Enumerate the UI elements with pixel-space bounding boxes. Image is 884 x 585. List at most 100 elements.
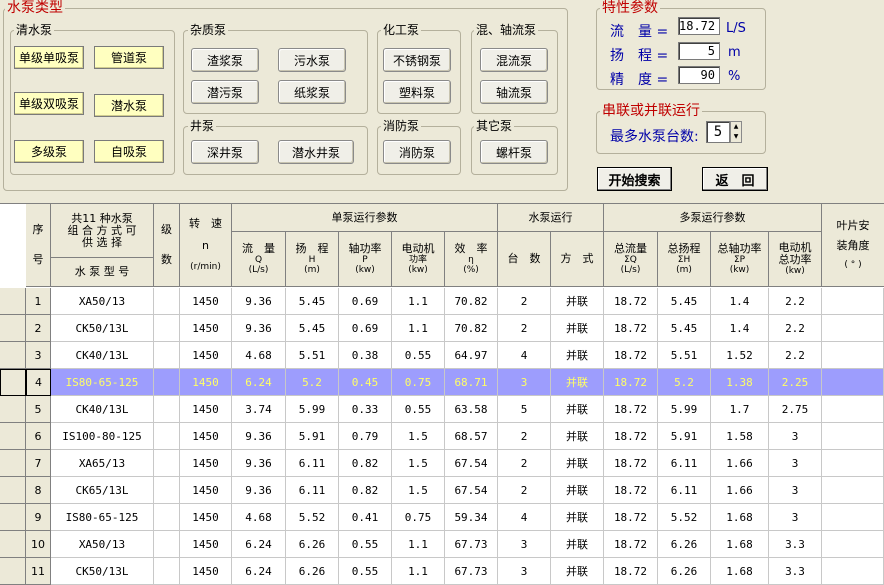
slurry-pump-button[interactable]: 渣浆泵 bbox=[191, 48, 259, 72]
cell-seq: 8 bbox=[26, 477, 51, 504]
cell-p: 0.55 bbox=[339, 558, 392, 585]
cell-blade bbox=[822, 531, 884, 558]
table-row[interactable]: 6 IS100-80-125 1450 9.36 5.91 0.79 1.5 68.57 2 并联… bbox=[0, 423, 884, 450]
row-indicator[interactable] bbox=[0, 477, 26, 504]
row-indicator[interactable] bbox=[0, 504, 26, 531]
submersible-sewage-button[interactable]: 潜污泵 bbox=[191, 80, 259, 104]
cell-speed: 1450 bbox=[180, 531, 232, 558]
paper-pulp-pump-button[interactable]: 纸浆泵 bbox=[278, 80, 346, 104]
flow-label: 流 量 = bbox=[610, 24, 669, 40]
cell-seq: 3 bbox=[26, 342, 51, 369]
submersible-pump-button[interactable]: 潜水泵 bbox=[94, 94, 164, 117]
cell-motor: 1.5 bbox=[392, 477, 445, 504]
cell-total-p: 1.66 bbox=[711, 450, 769, 477]
cell-mode: 并联 bbox=[551, 396, 604, 423]
cell-mode: 并联 bbox=[551, 423, 604, 450]
header-pump-run: 水泵运行 bbox=[498, 204, 604, 232]
cell-seq: 6 bbox=[26, 423, 51, 450]
sewage-pump-button[interactable]: 污水泵 bbox=[278, 48, 346, 72]
table-row[interactable]: 9 IS80-65-125 1450 4.68 5.52 0.41 0.75 59.34 4 并联… bbox=[0, 504, 884, 531]
self-priming-pump-button[interactable]: 自吸泵 bbox=[94, 140, 164, 163]
cell-mode: 并联 bbox=[551, 558, 604, 585]
start-search-button[interactable]: 开始搜索 bbox=[597, 167, 672, 191]
cell-blade bbox=[822, 504, 884, 531]
cell-count: 2 bbox=[498, 477, 551, 504]
cell-total-p: 1.58 bbox=[711, 423, 769, 450]
flow-input[interactable]: 18.72 bbox=[678, 17, 720, 35]
single-stage-double-suction-button[interactable]: 单级双吸泵 bbox=[14, 92, 84, 115]
results-grid[interactable]: 序号 共11 种水泵 组 合 方 式 可 供 选 择 水 泵 型 号 级数 转 … bbox=[0, 203, 884, 585]
table-row[interactable]: 11 CK50/13L 1450 6.24 6.26 0.55 1.1 67.73 3 并联 18.… bbox=[0, 558, 884, 585]
submersible-well-pump-button[interactable]: 潜水井泵 bbox=[278, 140, 354, 164]
cell-eff: 59.34 bbox=[445, 504, 498, 531]
fire-title: 消防泵 bbox=[381, 119, 422, 133]
row-indicator[interactable] bbox=[0, 369, 26, 396]
cell-mode: 并联 bbox=[551, 450, 604, 477]
single-stage-single-suction-button[interactable]: 单级单吸泵 bbox=[14, 46, 84, 69]
cell-q: 9.36 bbox=[232, 315, 286, 342]
table-row[interactable]: 3 CK40/13L 1450 4.68 5.51 0.38 0.55 64.97 4 并联 18.… bbox=[0, 342, 884, 369]
head-input[interactable]: 5 bbox=[678, 42, 720, 60]
table-row[interactable]: 5 CK40/13L 1450 3.74 5.99 0.33 0.55 63.58 5 并联 18.… bbox=[0, 396, 884, 423]
row-indicator[interactable] bbox=[0, 558, 26, 585]
cell-total-motor: 3 bbox=[769, 450, 822, 477]
row-indicator[interactable] bbox=[0, 342, 26, 369]
table-row[interactable]: 8 CK65/13L 1450 9.36 6.11 0.82 1.5 67.54 2 并联 18.7… bbox=[0, 477, 884, 504]
cell-blade bbox=[822, 369, 884, 396]
stainless-steel-pump-button[interactable]: 不锈钢泵 bbox=[383, 48, 451, 72]
spin-down-icon[interactable]: ▼ bbox=[731, 132, 741, 142]
cell-count: 3 bbox=[498, 558, 551, 585]
cell-mode: 并联 bbox=[551, 531, 604, 558]
cell-stage bbox=[154, 558, 180, 585]
table-row[interactable]: 10 XA50/13 1450 6.24 6.26 0.55 1.1 67.73 3 并联 18.7… bbox=[0, 531, 884, 558]
pipeline-pump-button[interactable]: 管道泵 bbox=[94, 46, 164, 69]
header-total-h: 总扬程 ΣH (m) bbox=[658, 232, 711, 287]
cell-motor: 1.1 bbox=[392, 558, 445, 585]
cell-h: 5.45 bbox=[286, 315, 339, 342]
cell-total-motor: 3 bbox=[769, 477, 822, 504]
cell-total-h: 5.45 bbox=[658, 288, 711, 315]
mixed-flow-pump-button[interactable]: 混流泵 bbox=[480, 48, 548, 72]
cell-speed: 1450 bbox=[180, 477, 232, 504]
cell-motor: 1.5 bbox=[392, 423, 445, 450]
fire-pump-button[interactable]: 消防泵 bbox=[383, 140, 451, 164]
cell-mode: 并联 bbox=[551, 315, 604, 342]
plastic-pump-button[interactable]: 塑料泵 bbox=[383, 80, 451, 104]
params-title: 特性参数 bbox=[600, 0, 660, 16]
row-indicator[interactable] bbox=[0, 288, 26, 315]
row-indicator[interactable] bbox=[0, 315, 26, 342]
cell-total-motor: 2.75 bbox=[769, 396, 822, 423]
back-button[interactable]: 返 回 bbox=[702, 167, 768, 191]
cell-speed: 1450 bbox=[180, 288, 232, 315]
row-indicator[interactable] bbox=[0, 423, 26, 450]
clear-water-title: 清水泵 bbox=[14, 23, 55, 37]
max-pumps-spinner[interactable]: ▲ ▼ bbox=[730, 121, 742, 143]
table-row[interactable]: 4 IS80-65-125 1450 6.24 5.2 0.45 0.75 68.71 3 并联 1… bbox=[0, 369, 884, 396]
cell-seq: 5 bbox=[26, 396, 51, 423]
deep-well-pump-button[interactable]: 深井泵 bbox=[191, 140, 259, 164]
table-row[interactable]: 2 CK50/13L 1450 9.36 5.45 0.69 1.1 70.82 2 并联 18.7… bbox=[0, 315, 884, 342]
row-indicator[interactable] bbox=[0, 396, 26, 423]
multistage-pump-button[interactable]: 多级泵 bbox=[14, 140, 84, 163]
cell-model: CK40/13L bbox=[51, 342, 154, 369]
cell-p: 0.69 bbox=[339, 288, 392, 315]
cell-p: 0.55 bbox=[339, 531, 392, 558]
cell-total-p: 1.68 bbox=[711, 558, 769, 585]
table-row[interactable]: 1 XA50/13 1450 9.36 5.45 0.69 1.1 70.82 2 并联 18.72… bbox=[0, 288, 884, 315]
table-row[interactable]: 7 XA65/13 1450 9.36 6.11 0.82 1.5 67.54 2 并联 18.72… bbox=[0, 450, 884, 477]
cell-stage bbox=[154, 423, 180, 450]
screw-pump-button[interactable]: 螺杆泵 bbox=[480, 140, 548, 164]
axial-flow-pump-button[interactable]: 轴流泵 bbox=[480, 80, 548, 104]
cell-eff: 67.73 bbox=[445, 531, 498, 558]
precision-input[interactable]: 90 bbox=[678, 66, 720, 84]
cell-count: 5 bbox=[498, 396, 551, 423]
cell-count: 4 bbox=[498, 504, 551, 531]
row-indicator[interactable] bbox=[0, 531, 26, 558]
row-indicator[interactable] bbox=[0, 450, 26, 477]
max-pumps-input[interactable]: 5 bbox=[706, 121, 730, 143]
cell-count: 4 bbox=[498, 342, 551, 369]
cell-seq: 4 bbox=[26, 369, 51, 396]
cell-total-q: 18.72 bbox=[604, 315, 658, 342]
spin-up-icon[interactable]: ▲ bbox=[731, 122, 741, 132]
cell-total-h: 5.45 bbox=[658, 315, 711, 342]
